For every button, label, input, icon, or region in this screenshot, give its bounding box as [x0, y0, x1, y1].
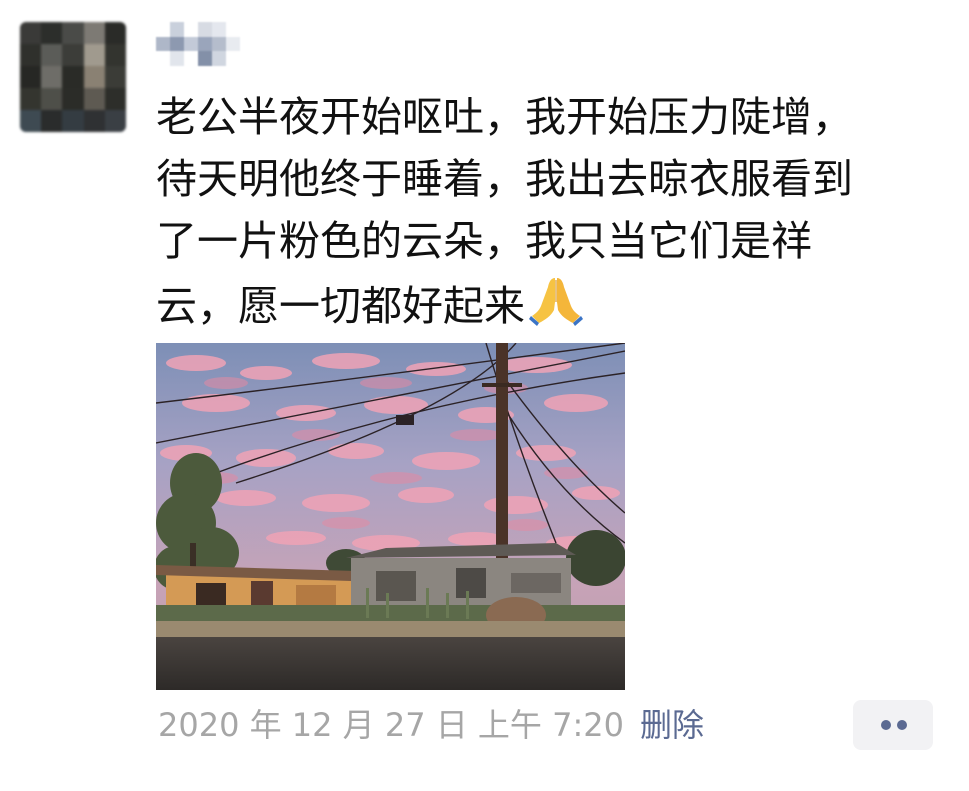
delete-button[interactable]: 删除 — [640, 700, 704, 750]
nickname[interactable] — [156, 22, 240, 66]
post-text-line: 待天明他终于睡着，我出去晾衣服看到 — [156, 155, 853, 203]
dot-icon — [881, 720, 891, 730]
moments-post: 老公半夜开始呕吐，我开始压力陡增， 待天明他终于睡着，我出去晾衣服看到 了一片粉… — [0, 0, 969, 791]
post-timestamp: 2020 年 12 月 27 日 上午 7:20 — [158, 706, 624, 744]
post-text-line: 老公半夜开始呕吐，我开始压力陡增， — [156, 93, 853, 141]
pink-clouds-photo-icon — [156, 343, 625, 690]
dot-icon — [897, 720, 907, 730]
post-photo[interactable] — [156, 343, 625, 690]
folded-hands-icon — [529, 278, 583, 326]
avatar[interactable] — [20, 22, 126, 132]
post-text-line-content: 云，愿一切都好起来 — [156, 282, 525, 330]
post-text-line: 了一片粉色的云朵，我只当它们是祥 — [156, 217, 812, 265]
more-actions-button[interactable] — [853, 700, 933, 750]
post-text-line: 云，愿一切都好起来 — [156, 272, 946, 337]
post-text: 老公半夜开始呕吐，我开始压力陡增， 待天明他终于睡着，我出去晾衣服看到 了一片粉… — [156, 86, 946, 337]
